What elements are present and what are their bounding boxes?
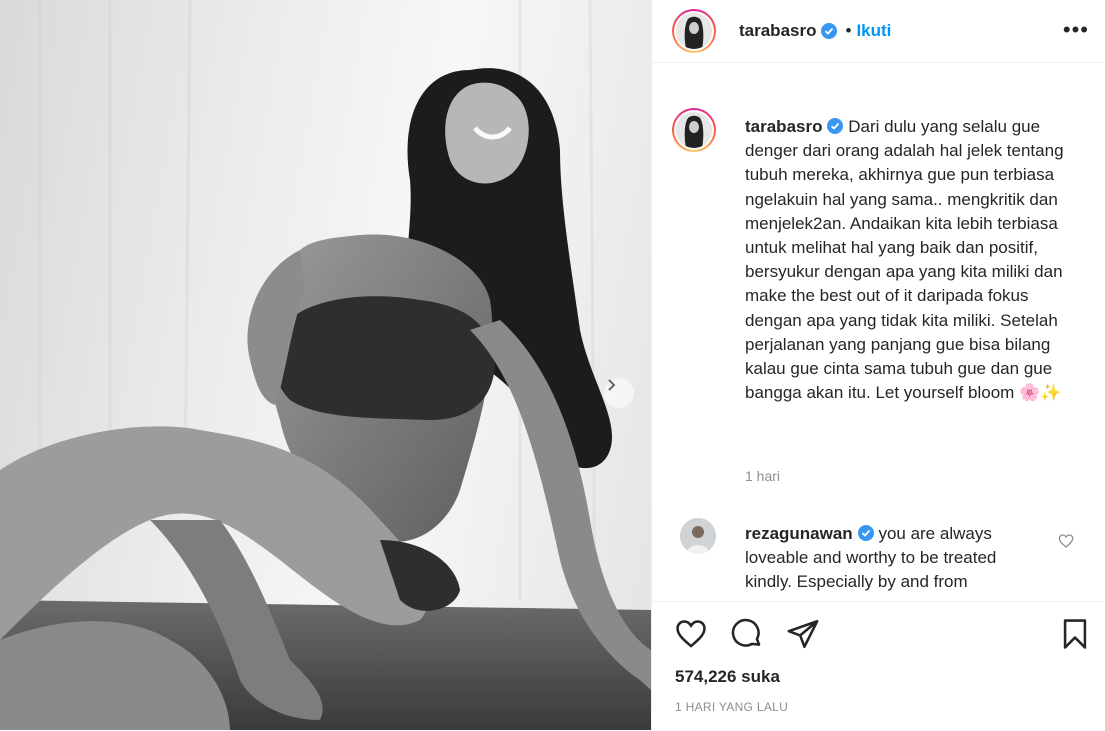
- likes-count[interactable]: 574,226 suka: [675, 667, 780, 687]
- more-options-button[interactable]: •••: [1063, 19, 1089, 41]
- caption-avatar[interactable]: [672, 108, 716, 152]
- photo-illustration: [0, 0, 651, 730]
- next-photo-button[interactable]: [604, 378, 634, 408]
- post-actions: [674, 617, 820, 651]
- post-author-username[interactable]: tarabasro: [739, 21, 816, 41]
- comment-like-heart-icon[interactable]: [1058, 533, 1074, 549]
- comments-section[interactable]: tarabasro Dari dulu yang selalu gue deng…: [652, 63, 1105, 601]
- avatar-illustration: [676, 112, 712, 148]
- caption-text: Dari dulu yang selalu gue denger dari or…: [745, 117, 1064, 403]
- comment-avatar-illustration: [680, 518, 716, 554]
- caption-username[interactable]: tarabasro: [745, 117, 822, 136]
- share-paper-plane-icon[interactable]: [786, 617, 820, 651]
- avatar-illustration: [676, 13, 712, 49]
- verified-badge-icon: [821, 23, 838, 39]
- post-header: tarabasro • Ikuti •••: [652, 0, 1105, 63]
- save-bookmark-icon[interactable]: [1058, 617, 1092, 651]
- comment-username[interactable]: rezagunawan: [745, 524, 853, 543]
- separator-dot: •: [845, 21, 852, 40]
- verified-badge-icon: [857, 525, 874, 541]
- post-date[interactable]: 1 HARI YANG LALU: [675, 700, 788, 714]
- like-heart-icon[interactable]: [674, 617, 708, 651]
- caption-text-block: tarabasro Dari dulu yang selalu gue deng…: [745, 115, 1085, 405]
- post-footer: 574,226 suka 1 HARI YANG LALU: [652, 601, 1105, 731]
- post-side-panel: tarabasro • Ikuti ••• tarabasro Dari dul…: [651, 0, 1105, 730]
- caption-avatar-ring: [672, 108, 716, 152]
- comment-bubble-icon[interactable]: [730, 617, 764, 651]
- verified-badge-icon: [827, 118, 844, 134]
- follow-button[interactable]: Ikuti: [856, 21, 891, 41]
- comment-text-block: rezagunawan you are always loveable and …: [745, 522, 1045, 594]
- avatar[interactable]: [672, 9, 716, 53]
- avatar-image: [676, 13, 712, 49]
- post-photo[interactable]: [0, 0, 651, 730]
- caption-timestamp[interactable]: 1 hari: [745, 468, 780, 484]
- comment-avatar[interactable]: [680, 518, 716, 554]
- chevron-right-icon: [608, 379, 616, 391]
- post-view: tarabasro • Ikuti ••• tarabasro Dari dul…: [0, 0, 1105, 730]
